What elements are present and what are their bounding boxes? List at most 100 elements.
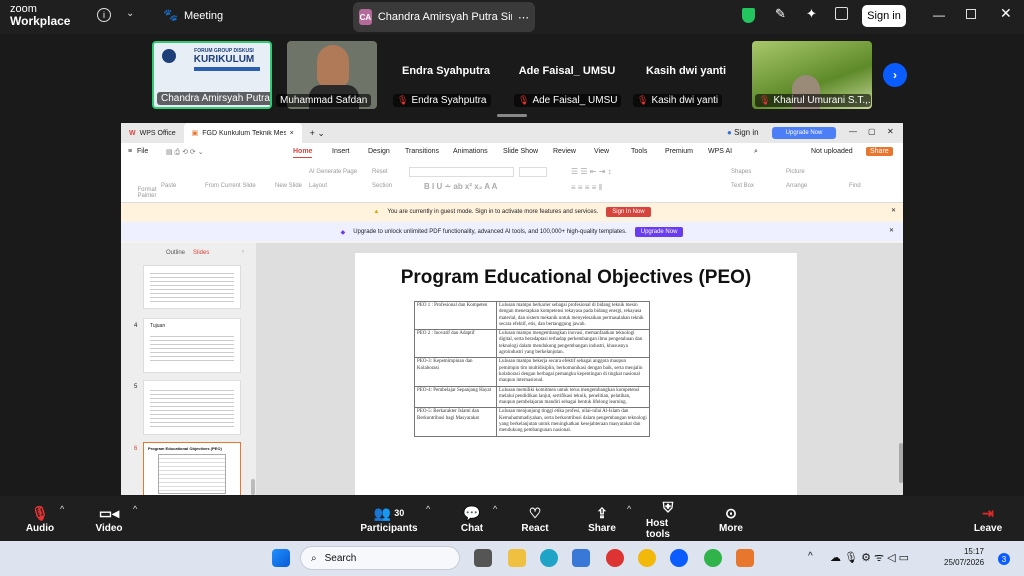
layout-button[interactable]: Layout bbox=[309, 183, 327, 189]
security-shield-icon[interactable] bbox=[742, 8, 755, 23]
panel-scrollbar[interactable] bbox=[251, 479, 255, 495]
more-icon[interactable]: ⋯ bbox=[518, 11, 529, 24]
format-painter-button[interactable]: Format Painter bbox=[133, 187, 161, 199]
close-icon[interactable]: × bbox=[290, 130, 294, 137]
system-tray-icons[interactable]: ☁ 🎙 ⚙ ᯤ ◁ ▭ bbox=[830, 550, 909, 565]
participant-tile[interactable]: Kasih dwi yanti 🎙 Kasih dwi yanti bbox=[632, 41, 740, 109]
store-icon[interactable] bbox=[572, 549, 590, 567]
chevron-up-icon[interactable]: ^ bbox=[627, 504, 631, 514]
sign-in-button[interactable]: Sign in bbox=[862, 5, 906, 27]
slide-thumbnail[interactable] bbox=[143, 265, 241, 309]
slide-thumbnail[interactable]: Tujuan bbox=[143, 318, 241, 373]
upgrade-now-button[interactable]: Upgrade Now bbox=[634, 227, 684, 237]
minimize-icon[interactable]: — bbox=[849, 127, 857, 136]
more-button[interactable]: ⊙ More bbox=[717, 496, 745, 541]
leave-button[interactable]: ⇥ Leave bbox=[974, 496, 1002, 541]
shapes-button[interactable]: Shapes bbox=[731, 169, 751, 175]
close-icon[interactable]: ✕ bbox=[891, 207, 896, 214]
next-page-button[interactable]: › bbox=[883, 63, 907, 87]
share-button[interactable]: ⇪ Share bbox=[588, 496, 616, 541]
audio-button[interactable]: 🎙 Audio bbox=[24, 496, 56, 541]
info-icon[interactable]: i bbox=[97, 8, 111, 22]
tab-wps-office[interactable]: W WPS Office bbox=[121, 123, 184, 143]
font-size-select[interactable] bbox=[519, 167, 547, 177]
tab-presentation[interactable]: ▣ FGD Kurikulum Teknik Mes × bbox=[183, 123, 302, 143]
notification-badge[interactable]: 3 bbox=[998, 553, 1010, 565]
apps-grid-icon[interactable] bbox=[835, 7, 848, 20]
menu-insert[interactable]: Insert bbox=[332, 148, 350, 155]
participant-tile[interactable]: 🎙 Khairul Umurani S.T.,... bbox=[752, 41, 872, 109]
minimize-icon[interactable]: — bbox=[933, 8, 945, 22]
chevron-down-icon[interactable]: ⌄ bbox=[126, 8, 134, 19]
text-box-button[interactable]: Text Box bbox=[731, 183, 754, 189]
chevron-up-icon[interactable]: ^ bbox=[808, 551, 813, 562]
host-tools-button[interactable]: ⛨ Host tools bbox=[646, 496, 690, 541]
active-speaker-tab[interactable]: CA Chandra Amirsyah Putra Siregar... ⋯ bbox=[353, 2, 535, 32]
section-button[interactable]: Section bbox=[372, 183, 392, 189]
sign-in-link[interactable]: ● Sign in bbox=[727, 128, 759, 137]
slide[interactable]: Program Educational Objectives (PEO) PEO… bbox=[355, 253, 797, 495]
zoom-app-icon[interactable] bbox=[670, 549, 688, 567]
menu-wps-ai[interactable]: WPS AI bbox=[708, 148, 732, 155]
new-slide-button[interactable]: New Slide bbox=[275, 183, 302, 189]
chrome-icon[interactable] bbox=[638, 549, 656, 567]
participant-tile[interactable]: FORUM GROUP DISKUSI KURIKULUM Chandra Am… bbox=[152, 41, 272, 109]
menu-view[interactable]: View bbox=[594, 148, 609, 155]
participants-button[interactable]: 👥 30 Participants bbox=[360, 496, 417, 541]
video-button[interactable]: ▭◂ Video bbox=[94, 496, 124, 541]
align-buttons[interactable]: ≡ ≡ ≡ ≡ ⫴ bbox=[571, 183, 602, 193]
close-icon[interactable]: ✕ bbox=[889, 227, 894, 234]
tab-outline[interactable]: Outline bbox=[166, 250, 185, 256]
not-uploaded-status[interactable]: Not uploaded bbox=[811, 148, 853, 155]
share-button[interactable]: Share bbox=[866, 147, 893, 156]
restore-icon[interactable]: ▢ bbox=[868, 127, 876, 136]
slide-thumbnail[interactable] bbox=[143, 380, 241, 435]
paste-button[interactable]: Paste bbox=[161, 183, 176, 189]
meeting-label[interactable]: Meeting bbox=[184, 10, 223, 22]
new-tab-button[interactable]: + ⌄ bbox=[302, 123, 333, 143]
menu-icon[interactable]: ≡ bbox=[128, 148, 132, 155]
chat-button[interactable]: 💬 Chat bbox=[458, 496, 486, 541]
edge-icon[interactable] bbox=[540, 549, 558, 567]
chevron-up-icon[interactable]: ^ bbox=[60, 504, 64, 514]
menu-premium[interactable]: Premium bbox=[665, 148, 693, 155]
from-current-slide-button[interactable]: From Current Slide bbox=[205, 183, 256, 189]
chrome-profile-icon[interactable] bbox=[704, 549, 722, 567]
chevron-up-icon[interactable]: ^ bbox=[426, 504, 430, 514]
font-name-select[interactable] bbox=[409, 167, 514, 177]
sign-in-now-button[interactable]: Sign In Now bbox=[606, 207, 651, 217]
task-view-icon[interactable] bbox=[474, 549, 492, 567]
close-icon[interactable]: ✕ bbox=[1000, 5, 1012, 22]
close-icon[interactable]: ✕ bbox=[887, 127, 894, 136]
paragraph-buttons[interactable]: ☰ ☰ ⇤ ⇥ ↕ bbox=[571, 167, 612, 176]
slide-thumbnail-selected[interactable]: Program Educational Objectives (PEO) bbox=[143, 442, 241, 495]
collapse-panel-icon[interactable]: ‹ bbox=[242, 249, 244, 255]
taskbar-search[interactable]: ⌕ Search bbox=[300, 546, 460, 570]
ai-companion-icon[interactable]: ✦ bbox=[806, 6, 817, 22]
menu-tools[interactable]: Tools bbox=[631, 148, 647, 155]
wps-app-icon[interactable] bbox=[736, 549, 754, 567]
menu-slide-show[interactable]: Slide Show bbox=[503, 148, 538, 155]
restore-icon[interactable] bbox=[966, 9, 976, 19]
upgrade-now-button[interactable]: Upgrade Now bbox=[772, 127, 836, 139]
chevron-up-icon[interactable]: ^ bbox=[493, 504, 497, 514]
menu-home[interactable]: Home bbox=[293, 148, 313, 158]
whatsapp-icon[interactable] bbox=[606, 549, 624, 567]
tab-slides[interactable]: Slides bbox=[193, 250, 209, 256]
find-button[interactable]: Find bbox=[849, 183, 861, 189]
quick-access-icons[interactable]: ▤ ⎙ ⟲ ⟳ ⌄ bbox=[166, 148, 204, 157]
react-button[interactable]: ♡ React bbox=[520, 496, 550, 541]
picture-button[interactable]: Picture bbox=[786, 169, 805, 175]
menu-file[interactable]: File bbox=[137, 148, 148, 155]
search-icon[interactable]: ⌕ bbox=[754, 148, 758, 156]
menu-transitions[interactable]: Transitions bbox=[405, 148, 439, 155]
start-icon[interactable] bbox=[272, 549, 290, 567]
text-format-buttons[interactable]: B I U ⩪ ab x² x₂ A A bbox=[424, 182, 497, 191]
canvas-scrollbar[interactable] bbox=[899, 443, 903, 483]
ai-generate-page-button[interactable]: AI Generate Page bbox=[309, 169, 357, 175]
file-explorer-icon[interactable] bbox=[508, 549, 526, 567]
chevron-up-icon[interactable]: ^ bbox=[133, 504, 137, 514]
arrange-button[interactable]: Arrange bbox=[786, 183, 807, 189]
participant-tile[interactable]: Ade Faisal_ UMSU 🎙 Ade Faisal_ UMSU bbox=[511, 41, 623, 109]
resize-handle[interactable] bbox=[497, 114, 527, 117]
